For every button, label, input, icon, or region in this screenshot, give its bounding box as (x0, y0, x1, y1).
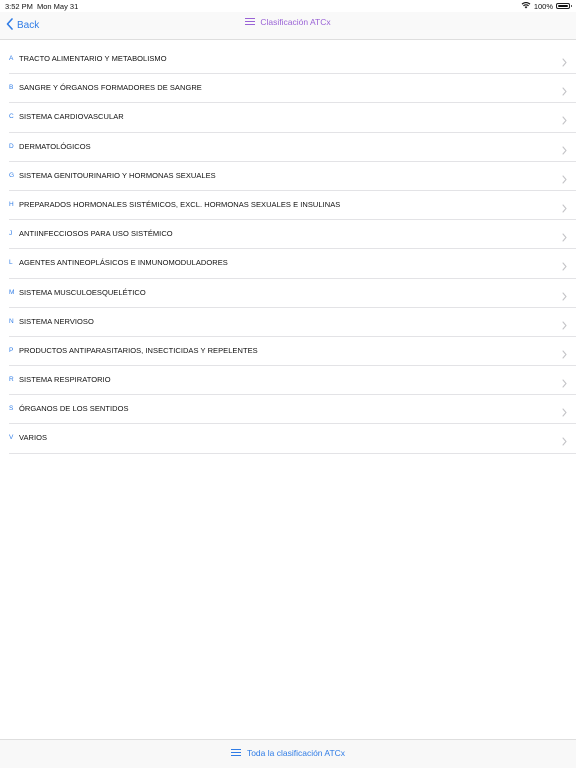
category-code: R (9, 376, 14, 384)
list-icon (245, 17, 256, 27)
chevron-right-icon (562, 83, 567, 101)
category-list: A TRACTO ALIMENTARIO Y METABOLISMO B SANGRE… (0, 45, 576, 454)
category-code: P (9, 346, 14, 354)
bottom-toolbar: Toda la clasificación ATCx (0, 739, 576, 768)
chevron-right-icon (562, 171, 567, 189)
category-label: TRACTO ALIMENTARIO Y METABOLISMO (19, 54, 167, 63)
list-icon (230, 748, 241, 758)
chevron-right-icon (562, 433, 567, 451)
category-label: PREPARADOS HORMONALES SISTÉMICOS, EXCL. … (19, 199, 341, 209)
category-label: SISTEMA NERVIOSO (19, 316, 94, 326)
list-item[interactable]: H PREPARADOS HORMONALES SISTÉMICOS, EXCL.… (9, 191, 576, 221)
full-classification-label: Toda la clasificación ATCx (246, 748, 346, 758)
category-label: AGENTES ANTINEOPLÁSICOS E INMUNOMODULADO… (19, 258, 228, 268)
category-code: J (9, 230, 13, 238)
status-date: Mon May 31 (37, 2, 79, 11)
category-label: PRODUCTOS ANTIPARASITARIOS, INSECTICIDAS… (19, 345, 258, 355)
status-bar: 3:52 PM Mon May 31 100% (0, 0, 576, 12)
chevron-right-icon (562, 229, 567, 247)
chevron-right-icon (562, 54, 567, 72)
chevron-right-icon (562, 258, 567, 276)
category-label: DERMATOLÓGICOS (19, 141, 91, 151)
chevron-right-icon (562, 142, 567, 160)
status-right: 100% (521, 1, 572, 11)
list-item[interactable]: V VARIOS (9, 424, 576, 454)
list-item[interactable]: C SISTEMA CARDIOVASCULAR (9, 103, 576, 133)
chevron-right-icon (562, 288, 567, 306)
full-classification-button[interactable]: Toda la clasificación ATCx (230, 748, 346, 758)
page-title-text: Clasificación ATCx (260, 17, 331, 27)
category-code: A (9, 55, 14, 62)
category-label: SISTEMA RESPIRATORIO (19, 375, 111, 385)
list-item[interactable]: L AGENTES ANTINEOPLÁSICOS E INMUNOMODULAD… (9, 249, 576, 279)
category-label: ÓRGANOS DE LOS SENTIDOS (19, 404, 129, 414)
list-item[interactable]: D DERMATOLÓGICOS (9, 133, 576, 162)
category-code: N (9, 317, 14, 325)
page-title: Clasificación ATCx (0, 17, 576, 27)
category-code: V (9, 434, 14, 442)
chevron-right-icon (562, 200, 567, 218)
list-item[interactable]: B SANGRE Y ÓRGANOS FORMADORES DE SANGRE (9, 74, 576, 104)
category-code: M (9, 288, 15, 296)
battery-icon (556, 3, 572, 9)
category-label: SISTEMA GENITOURINARIO Y HORMONAS SEXUAL… (19, 170, 216, 180)
category-code: G (9, 171, 15, 179)
list-item[interactable]: G SISTEMA GENITOURINARIO Y HORMONAS SEXUA… (9, 162, 576, 191)
category-label: SISTEMA MUSCULOESQUELÉTICO (19, 287, 146, 297)
wifi-icon (521, 1, 531, 11)
navigation-bar: Back Clasificación ATCx (0, 12, 576, 40)
list-item[interactable]: J ANTIINFECCIOSOS PARA USO SISTÉMICO (9, 220, 576, 250)
chevron-right-icon (562, 346, 567, 364)
category-code: D (9, 142, 14, 150)
category-code: H (9, 200, 14, 208)
chevron-right-icon (562, 317, 567, 335)
list-item[interactable]: R SISTEMA RESPIRATORIO (9, 366, 576, 396)
list-item[interactable]: S ÓRGANOS DE LOS SENTIDOS (9, 395, 576, 425)
category-label: ANTIINFECCIOSOS PARA USO SISTÉMICO (19, 229, 173, 239)
status-time: 3:52 PM (5, 2, 33, 11)
battery-percent: 100% (533, 1, 553, 11)
category-label: VARIOS (19, 433, 48, 443)
chevron-right-icon (562, 112, 567, 130)
list-item[interactable]: M SISTEMA MUSCULOESQUELÉTICO (9, 279, 576, 308)
category-code: S (9, 405, 14, 413)
category-code: B (9, 84, 14, 92)
chevron-right-icon (562, 375, 567, 393)
category-label: SISTEMA CARDIOVASCULAR (19, 112, 124, 122)
category-code: C (9, 113, 14, 121)
category-label: SANGRE Y ÓRGANOS FORMADORES DE SANGRE (19, 83, 202, 93)
category-code: L (9, 259, 13, 267)
list-item[interactable]: P PRODUCTOS ANTIPARASITARIOS, INSECTICIDA… (9, 337, 576, 367)
list-item[interactable]: A TRACTO ALIMENTARIO Y METABOLISMO (9, 45, 576, 75)
list-item[interactable]: N SISTEMA NERVIOSO (9, 308, 576, 337)
chevron-right-icon (562, 404, 567, 422)
